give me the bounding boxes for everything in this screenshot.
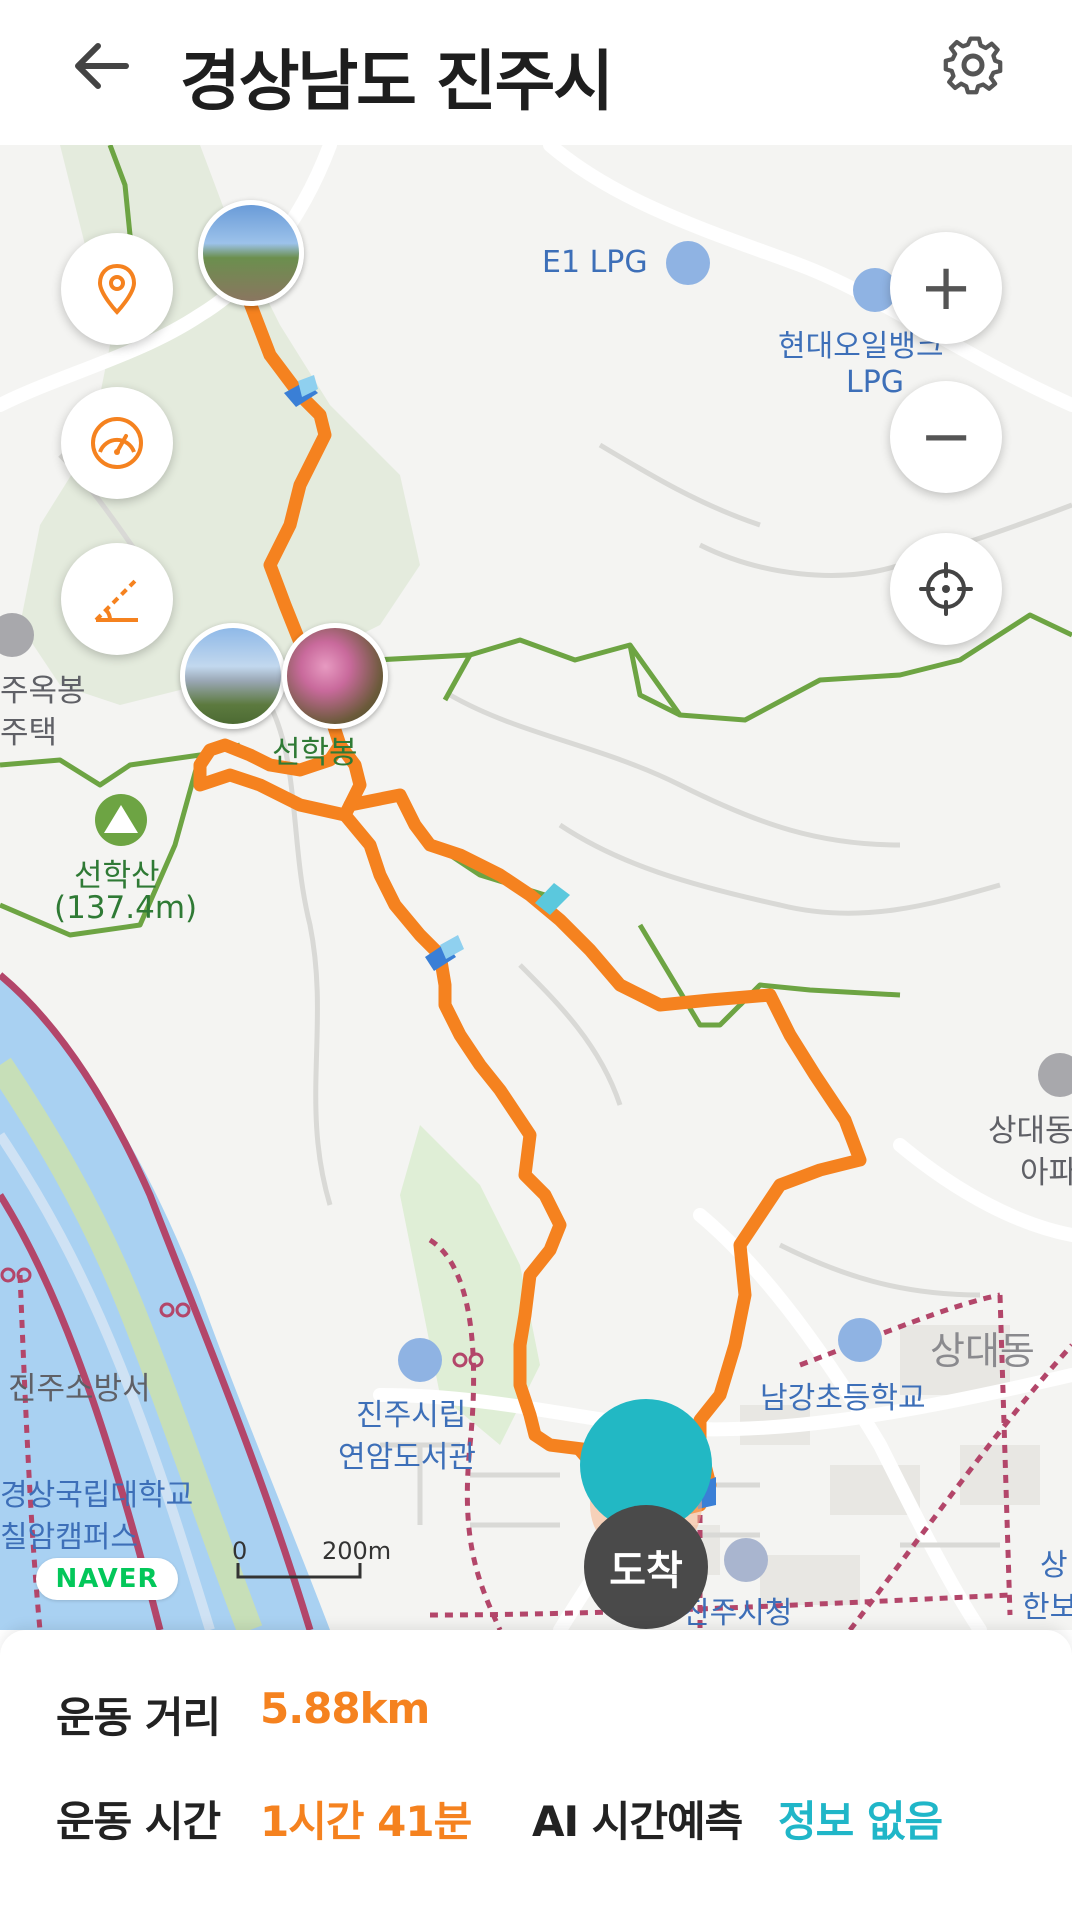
app-header: 경상남도 진주시 <box>0 0 1072 145</box>
recenter-button[interactable] <box>890 533 1002 645</box>
slope-angle-icon <box>94 578 138 622</box>
naver-logo: NAVER <box>36 1558 178 1600</box>
poi-label: 아파 <box>1020 1155 1072 1191</box>
minus-icon: − <box>919 400 973 474</box>
distance-value: 5.88km <box>260 1684 430 1733</box>
route-photo-marker[interactable] <box>282 623 388 729</box>
arrow-left-icon[interactable] <box>68 34 132 98</box>
mountain-label: 선학산 <box>74 858 160 894</box>
destination-label: 도착 <box>609 1548 683 1594</box>
plus-icon: + <box>919 251 973 325</box>
mountain-height-label: (137.4m) <box>54 890 198 926</box>
poi-label: 경상국립대학교 <box>0 1478 194 1513</box>
zoom-in-button[interactable]: + <box>890 232 1002 344</box>
poi-label: 칠암캠퍼스 <box>0 1520 138 1555</box>
gear-icon[interactable] <box>940 32 1006 98</box>
destination-marker[interactable]: 도착 <box>584 1505 708 1629</box>
poi-label: 연암도서관 <box>338 1440 476 1475</box>
poi-label: E1 LPG <box>542 245 648 280</box>
scale-label: 200m <box>322 1537 392 1565</box>
poi-label: 상대동 <box>988 1113 1072 1149</box>
speedometer-button[interactable] <box>61 387 173 499</box>
poi-label: 남강초등학교 <box>760 1381 926 1416</box>
map-view[interactable]: E1 LPG 현대오일뱅크 LPG 주옥봉 주택 선학봉 선학산 (137.4m… <box>0 145 1072 1630</box>
poi-label: 주옥봉 <box>0 673 86 709</box>
page-title: 경상남도 진주시 <box>180 43 614 120</box>
speedometer-icon <box>91 417 143 469</box>
zoom-out-button[interactable]: − <box>890 381 1002 493</box>
slope-button[interactable] <box>61 543 173 655</box>
workout-stats-panel: 운동 거리 5.88km 운동 시간 1시간 41분 AI 시간예측 정보 없음 <box>0 1630 1072 1905</box>
district-label: 상대동 <box>930 1329 1035 1373</box>
peak-label: 선학봉 <box>272 735 358 771</box>
location-pin-icon <box>97 263 137 315</box>
ai-time-value: 정보 없음 <box>778 1797 943 1846</box>
ai-time-label: AI 시간예측 <box>532 1797 743 1846</box>
poi-label: 진주소방서 <box>8 1371 151 1407</box>
scale-zero: 0 <box>232 1537 248 1565</box>
crosshair-icon <box>919 562 973 616</box>
poi-label: 한보 <box>1022 1590 1072 1625</box>
location-pin-button[interactable] <box>61 233 173 345</box>
distance-label: 운동 거리 <box>56 1693 221 1742</box>
route-photo-marker[interactable] <box>180 623 286 729</box>
time-label: 운동 시간 <box>56 1797 221 1846</box>
route-photo-marker[interactable] <box>198 200 304 306</box>
poi-label: 진주시립 <box>356 1398 467 1433</box>
time-value: 1시간 41분 <box>260 1797 472 1846</box>
poi-label: 상 <box>1040 1548 1068 1583</box>
poi-label: 주택 <box>0 715 58 751</box>
poi-label: LPG <box>846 365 905 400</box>
